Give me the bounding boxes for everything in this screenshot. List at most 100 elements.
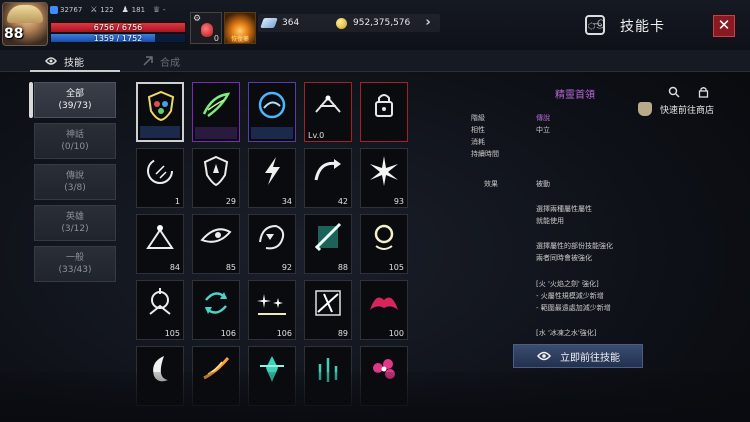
page-title: 技能卡 [620, 19, 665, 35]
crest-icon [141, 87, 181, 125]
card-count: 106 [220, 329, 236, 338]
skill-card[interactable]: Lv.0 [304, 82, 352, 142]
category-count: (3/12) [61, 224, 89, 234]
card-count: 34 [281, 197, 292, 206]
tab-synthesis[interactable]: 合成 [142, 50, 180, 72]
category-common[interactable]: 一般 (33/43) [34, 246, 116, 282]
category-name: 全部 [65, 89, 84, 99]
player-stats: 32767 ⚔ 122 ♟ 181 ♕ - [50, 4, 166, 16]
close-button[interactable]: ✕ [713, 15, 735, 37]
skill-card[interactable]: 106 [192, 280, 240, 340]
category-count: (39/73) [58, 101, 92, 111]
card-count: 106 [276, 329, 292, 338]
category-count: (0/10) [61, 142, 89, 152]
stat-4-value: - [163, 6, 166, 14]
card-count: 42 [337, 197, 348, 206]
shop-link[interactable]: 快速前往商店 [638, 102, 714, 116]
attr-label-affinity: 相性 [471, 126, 485, 134]
shop-bag-icon [638, 102, 652, 116]
skill-card-icon: ூ [585, 15, 605, 35]
knight-helm-icon [140, 284, 180, 322]
card-count: 93 [393, 197, 404, 206]
skill-card[interactable]: 42 [304, 148, 352, 208]
category-legendary[interactable]: 傳說 (3/8) [34, 164, 116, 200]
skill-card[interactable]: 85 [192, 214, 240, 274]
skill-card[interactable]: 89 [304, 280, 352, 340]
go-to-skill-label: 立即前往技能 [560, 352, 620, 364]
category-all[interactable]: 全部 (39/73) [34, 82, 116, 118]
tab-skills[interactable]: 技能 [44, 50, 84, 72]
stat-3: ♟ 181 [121, 5, 146, 15]
effect-value: 被動 [536, 180, 550, 188]
category-count: (3/8) [64, 183, 86, 193]
gear-icon[interactable]: ⚙ [193, 14, 201, 24]
mp-bar: 1359 / 1752 [50, 33, 186, 43]
card-count: 105 [388, 263, 404, 272]
bat-wing-icon [364, 284, 404, 322]
skill-card[interactable]: 34 [248, 148, 296, 208]
card-count: 100 [388, 329, 404, 338]
card-strip [251, 127, 293, 139]
hp-bar: 6756 / 6756 [50, 22, 186, 33]
power-stat: 32767 [50, 6, 82, 14]
skill-card[interactable]: 100 [360, 280, 408, 340]
bottom-fade [0, 372, 750, 422]
card-count: 92 [281, 263, 292, 272]
card-level: Lv.0 [308, 131, 325, 140]
chevron-right-icon[interactable]: › [419, 14, 437, 32]
shatter-icon [308, 284, 348, 322]
category-name: 傳說 [65, 171, 84, 181]
lock-icon [364, 86, 404, 124]
skill-card[interactable]: 88 [304, 214, 352, 274]
gold-currency: 952,375,576 [336, 14, 410, 32]
cycle-arrows-icon [196, 284, 236, 322]
trophy-icon: ♕ [153, 5, 161, 14]
skill-card[interactable]: 1 [136, 148, 184, 208]
card-count: 1 [174, 197, 180, 206]
skill-card[interactable] [192, 82, 240, 142]
category-hero[interactable]: 英雄 (3/12) [34, 205, 116, 241]
attr-value-grade: 傳說 [536, 114, 550, 122]
skill-card[interactable]: 105 [360, 214, 408, 274]
card-count: 105 [164, 329, 180, 338]
stat-3-value: 181 [131, 6, 146, 14]
skill-card[interactable]: 106 [248, 280, 296, 340]
skill-card-locked[interactable] [360, 82, 408, 142]
category-name: 神話 [65, 130, 84, 140]
search-icon[interactable] [668, 86, 680, 98]
active-tab-underline [30, 70, 120, 72]
lock-icon[interactable] [698, 86, 709, 98]
category-name: 英雄 [65, 212, 84, 222]
category-mythic[interactable]: 神話 (0/10) [34, 123, 116, 159]
skill-card[interactable]: 105 [136, 280, 184, 340]
quick-skill-label: 恢復藥 [230, 36, 249, 43]
effect-line: 選擇兩種屬性屬性 [536, 205, 592, 213]
light-orb-icon [364, 218, 404, 256]
skill-card[interactable]: 29 [192, 148, 240, 208]
effect-line: 就能使用 [536, 217, 564, 225]
effect-line: 選擇屬性的部份技能強化 [536, 242, 613, 250]
leaf-wind-icon [196, 86, 236, 124]
swords-icon: ⚔ [90, 5, 98, 14]
category-count: (33/43) [58, 265, 92, 275]
hp-text: 6756 / 6756 [93, 23, 143, 32]
effect-line: - 範圍最遠處加減少新增 [536, 304, 611, 312]
category-name: 一般 [65, 253, 84, 263]
effect-line: 兩者同時會被強化 [536, 254, 592, 262]
skill-card[interactable]: 84 [136, 214, 184, 274]
skill-card[interactable]: 93 [360, 148, 408, 208]
quick-skill-slot[interactable]: 恢復藥 [224, 12, 256, 44]
effect-line: - 火屬性規模減少新增 [536, 292, 604, 300]
potion-slot[interactable]: ⚙ 0 [190, 12, 222, 44]
effect-label: 效果 [484, 180, 498, 188]
go-to-skill-button[interactable]: 立即前往技能 [513, 344, 643, 368]
stat-2-value: 122 [100, 6, 114, 14]
spirit-wing-icon [308, 86, 348, 124]
tab-bar: 技能 合成 快速前往商店 [0, 50, 750, 116]
skill-card[interactable]: 92 [248, 214, 296, 274]
skill-card[interactable] [248, 82, 296, 142]
skill-card[interactable] [136, 82, 184, 142]
power-value: 32767 [60, 6, 83, 14]
card-count: 89 [337, 329, 348, 338]
person-icon: ♟ [121, 5, 129, 14]
